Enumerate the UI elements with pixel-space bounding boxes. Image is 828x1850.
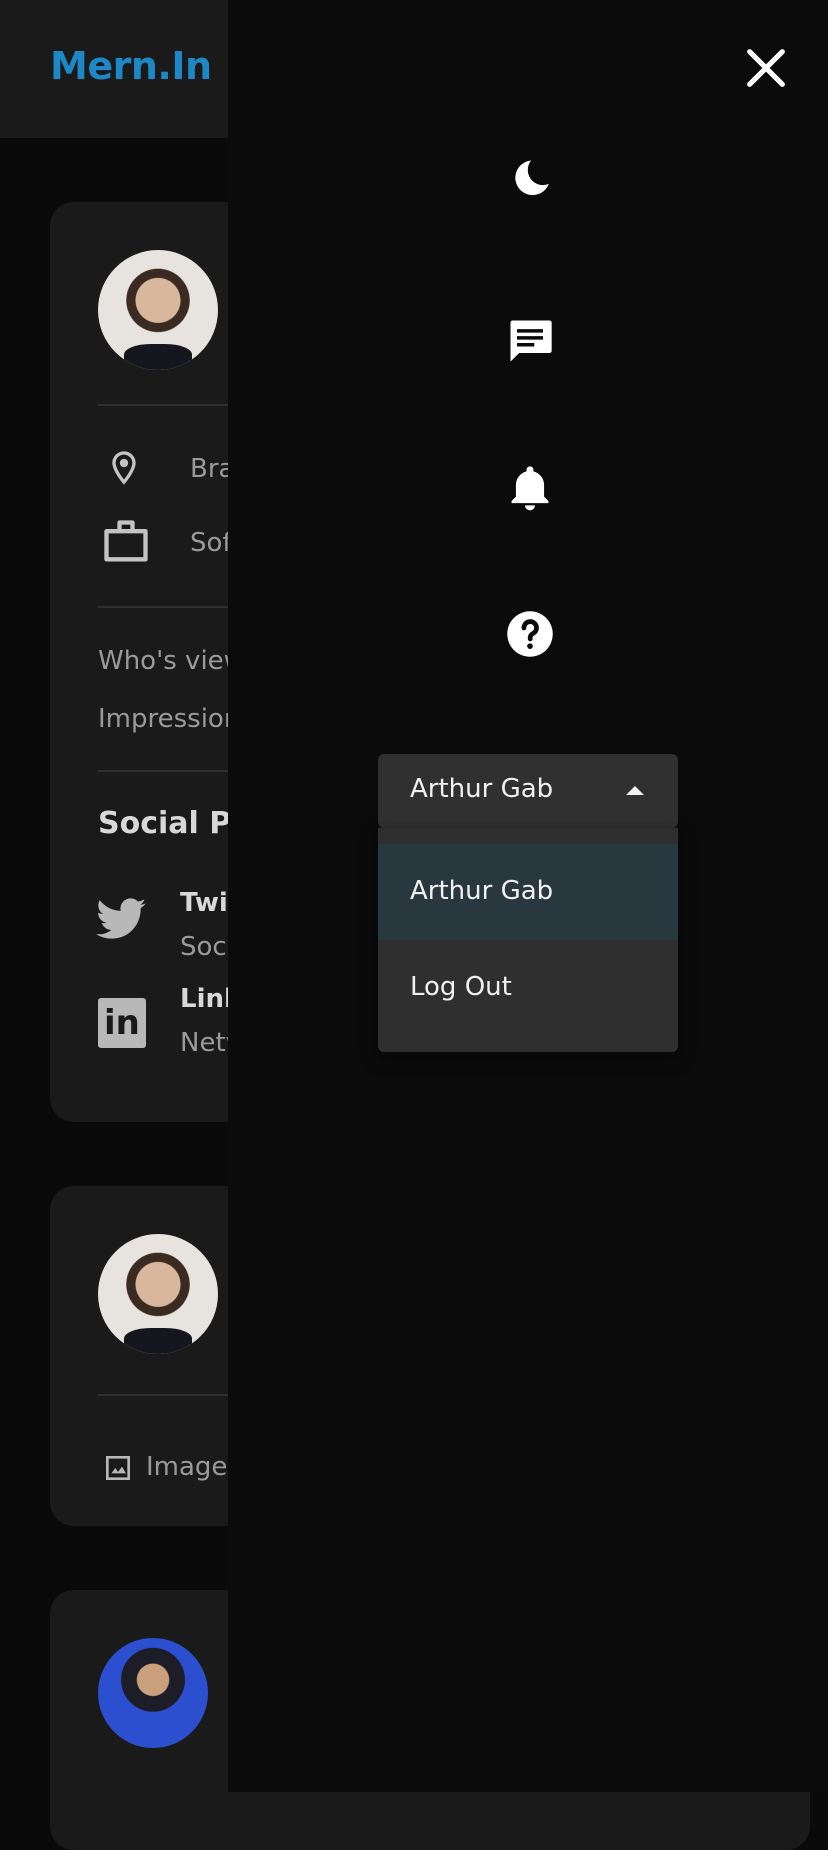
stat-label: Who's view <box>98 646 245 676</box>
help-icon[interactable] <box>504 608 556 660</box>
user-select-menu: Arthur Gab Log Out <box>378 828 678 1052</box>
caret-up-icon <box>626 786 644 795</box>
menu-item-user[interactable]: Arthur Gab <box>378 844 678 940</box>
briefcase-icon <box>104 520 148 562</box>
bell-icon[interactable] <box>504 462 556 514</box>
close-icon[interactable] <box>738 40 794 96</box>
app-logo[interactable]: Mern.In <box>50 44 212 88</box>
social-sub: Soc <box>180 932 227 962</box>
message-icon[interactable] <box>504 314 556 366</box>
image-icon[interactable] <box>102 1452 134 1484</box>
avatar[interactable] <box>98 1234 218 1354</box>
mobile-menu-drawer: Arthur Gab Arthur Gab Log Out <box>228 0 828 1792</box>
twitter-icon <box>96 898 146 939</box>
avatar[interactable] <box>98 1638 208 1748</box>
moon-icon[interactable] <box>504 154 556 206</box>
social-profiles-title: Social Pr <box>98 806 247 841</box>
image-label[interactable]: Image <box>146 1452 227 1482</box>
location-icon <box>112 451 136 485</box>
stat-label: Impressior <box>98 704 235 734</box>
occupation-text: Sof <box>190 528 232 558</box>
linkedin-icon: in <box>98 998 146 1048</box>
avatar[interactable] <box>98 250 218 370</box>
user-select-value: Arthur Gab <box>410 774 554 804</box>
menu-item-logout[interactable]: Log Out <box>378 940 678 1036</box>
user-select[interactable]: Arthur Gab <box>378 754 678 828</box>
